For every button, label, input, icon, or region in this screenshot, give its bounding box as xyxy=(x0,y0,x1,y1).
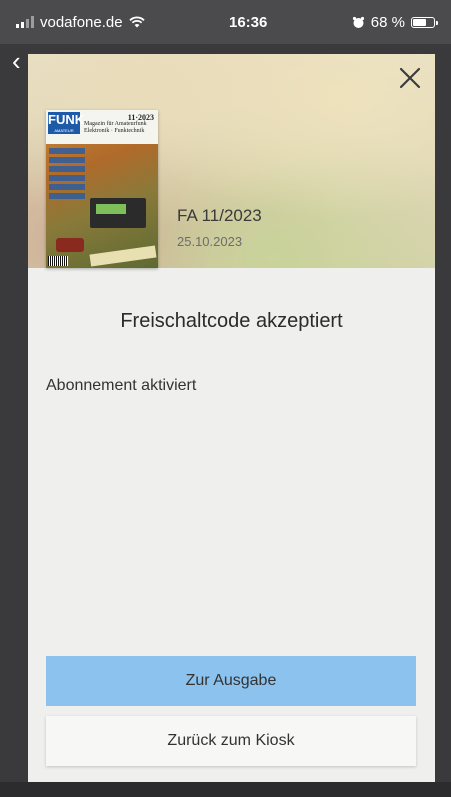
cover-radio-display xyxy=(96,204,126,214)
signal-bars-icon xyxy=(16,16,34,28)
cover-morse-key xyxy=(56,238,84,252)
issue-cover-image: FUNK AMATEUR 11·2023 Magazin für Amateur… xyxy=(46,110,158,268)
status-time: 16:36 xyxy=(229,13,268,31)
cover-logo: FUNK AMATEUR xyxy=(48,112,85,134)
backdrop xyxy=(0,782,451,797)
cover-barcode xyxy=(48,256,68,266)
issue-header: FUNK AMATEUR 11·2023 Magazin für Amateur… xyxy=(28,54,435,268)
issue-date: 25.10.2023 xyxy=(177,234,243,249)
cover-headlines xyxy=(49,148,85,202)
open-issue-button[interactable]: Zur Ausgabe xyxy=(46,656,416,706)
alarm-icon xyxy=(352,16,364,28)
issue-title: FA 11/2023 xyxy=(177,206,262,225)
cover-banner xyxy=(89,245,157,267)
cover-tagline: Magazin für Amateurfunk Elektronik · Fun… xyxy=(84,121,147,134)
carrier-label: vodafone.de xyxy=(40,13,123,31)
close-icon xyxy=(399,67,421,89)
wifi-icon xyxy=(128,16,145,28)
battery-icon xyxy=(411,16,438,28)
modal-heading: Freischaltcode akzeptiert xyxy=(120,310,343,332)
status-bar: vodafone.de 16:36 68 % xyxy=(0,0,451,44)
activation-modal: FUNK AMATEUR 11·2023 Magazin für Amateur… xyxy=(28,54,435,782)
status-left: vodafone.de xyxy=(16,14,145,31)
status-right: 68 % xyxy=(352,13,438,31)
back-to-kiosk-button[interactable]: Zurück zum Kiosk xyxy=(46,716,416,766)
status-message: Abonnement aktiviert xyxy=(46,377,197,394)
battery-percent: 68 % xyxy=(370,13,405,31)
battery-level xyxy=(413,18,426,26)
close-button[interactable] xyxy=(396,64,424,92)
chevron-left-icon[interactable]: ‹ xyxy=(12,48,21,74)
